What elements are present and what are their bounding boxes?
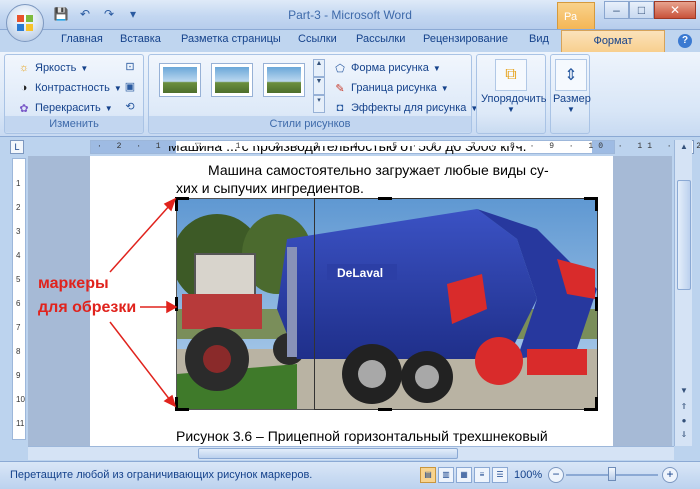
prev-page-icon[interactable]: ⇑	[677, 402, 691, 416]
outline-view-button[interactable]: ≡	[474, 467, 490, 483]
scroll-up-icon[interactable]: ▲	[677, 142, 691, 156]
vertical-scrollbar[interactable]: ▲ ▼ ⇑ ● ⇓	[674, 140, 692, 446]
annotation-arrows	[109, 197, 178, 408]
scroll-down-icon[interactable]: ▼	[677, 386, 691, 400]
vertical-scroll-thumb[interactable]	[677, 180, 691, 290]
zoom-level[interactable]: 100%	[514, 469, 542, 481]
full-screen-reading-button[interactable]: ▥	[438, 467, 454, 483]
figure-caption: Рисунок 3.6 – Прицепной горизонтальный т…	[176, 428, 548, 444]
arrow-to-bottom-left	[109, 321, 171, 401]
status-message: Перетащите любой из ограничивающих рисун…	[10, 469, 313, 481]
arrow-to-top-left	[109, 204, 171, 273]
horizontal-scroll-thumb[interactable]	[198, 448, 458, 459]
next-page-icon[interactable]: ⇓	[677, 430, 691, 444]
horizontal-scrollbar[interactable]	[28, 446, 674, 460]
zoom-out-button[interactable]: −	[548, 467, 564, 483]
web-layout-button[interactable]: ▦	[456, 467, 472, 483]
office-logo-icon	[17, 15, 33, 31]
print-layout-view-button[interactable]: ▤	[420, 467, 436, 483]
view-buttons: ▤ ▥ ▦ ≡ ☰	[420, 467, 508, 483]
office-button[interactable]	[6, 4, 44, 42]
zoom-slider-knob[interactable]	[608, 467, 616, 481]
status-bar: Перетащите любой из ограничивающих рисун…	[0, 461, 700, 489]
select-browse-object-icon[interactable]: ●	[677, 416, 691, 430]
zoom-in-button[interactable]: +	[662, 467, 678, 483]
draft-view-button[interactable]: ☰	[492, 467, 508, 483]
